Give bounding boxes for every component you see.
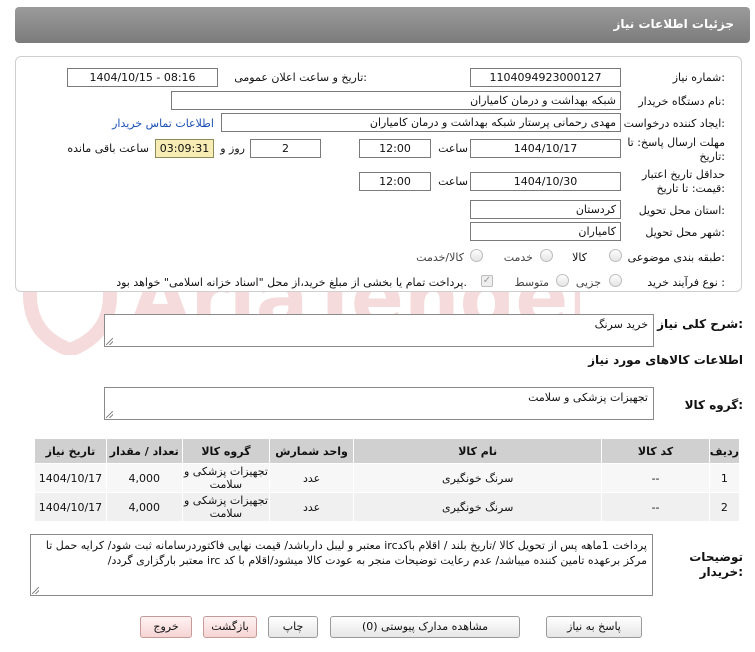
city-field: کامیاران xyxy=(470,222,621,241)
description-label: شرح کلی نیاز: xyxy=(657,317,743,331)
announce-datetime-label: تاریخ و ساعت اعلان عمومی: xyxy=(234,71,367,84)
reply-days-label: روز و xyxy=(220,142,245,155)
cell-name: سرنگ خونگیری xyxy=(352,492,603,522)
price-validity-label-1: حداقل تاریخ اعتبار xyxy=(641,168,725,181)
process-option-minor: جزیی xyxy=(575,276,601,289)
goods-group-text: تجهیزات پزشکی و سلامت xyxy=(528,391,648,404)
table-row: 1404/10/17 4,000 تجهیزات پزشکی و سلامت ع… xyxy=(34,463,741,493)
cell-need-date: 1404/10/17 xyxy=(34,492,107,522)
process-radio-minor[interactable] xyxy=(609,274,622,287)
need-number-field: 1104094923000127 xyxy=(470,68,621,87)
cell-qty: 4,000 xyxy=(105,492,183,522)
announce-datetime-field: 1404/10/15 - 08:16 xyxy=(67,68,218,87)
process-option-medium: متوسط xyxy=(514,276,549,289)
table-header-row: تاریخ نیاز تعداد / مقدار گروه کالا واحد … xyxy=(34,438,741,464)
province-label: استان محل تحویل: xyxy=(638,204,725,217)
buyer-contact-link[interactable]: اطلاعات تماس خریدار xyxy=(112,117,214,130)
buyer-notes-label-1: توضیحات xyxy=(689,550,743,564)
description-field: خرید سرنگ xyxy=(104,314,654,347)
reply-button[interactable]: پاسخ به نیاز xyxy=(546,616,642,638)
category-radio-goods-service[interactable] xyxy=(470,249,483,262)
buyer-org-label: نام دستگاه خریدار: xyxy=(638,95,725,108)
category-label: طبقه بندی موضوعی: xyxy=(627,251,725,264)
goods-group-label: گروه کالا: xyxy=(684,398,743,412)
category-radio-goods[interactable] xyxy=(609,249,622,262)
reply-deadline-time-field: 12:00 xyxy=(359,139,431,158)
page-header: جزئیات اطلاعات نیاز xyxy=(15,7,750,43)
price-validity-time-field: 12:00 xyxy=(359,172,431,191)
col-row: ردیف xyxy=(708,438,741,464)
cell-need-date: 1404/10/17 xyxy=(34,463,107,493)
process-radio-medium[interactable] xyxy=(556,274,569,287)
exit-button[interactable]: خروج xyxy=(140,616,192,638)
buyer-org-field: شبکه بهداشت و درمان کامیاران xyxy=(171,91,621,110)
cell-unit: عدد xyxy=(269,492,354,522)
page-title: جزئیات اطلاعات نیاز xyxy=(613,17,734,31)
col-qty: تعداد / مقدار xyxy=(105,438,183,464)
cell-qty: 4,000 xyxy=(105,463,183,493)
price-validity-label-2: قیمت: تا تاریخ: xyxy=(656,182,725,195)
category-option-service: خدمت xyxy=(503,251,533,264)
goods-group-field: تجهیزات پزشکی و سلامت xyxy=(104,387,654,420)
category-radio-service[interactable] xyxy=(540,249,553,262)
cell-row: 2 xyxy=(708,492,741,522)
resize-handle-icon[interactable] xyxy=(106,411,113,418)
buyer-notes-field: پرداخت 1ماهه پس از تحویل کالا /تاریخ بلن… xyxy=(30,534,653,596)
city-label: شهر محل تحویل: xyxy=(645,226,725,239)
remaining-time-label: ساعت باقی مانده xyxy=(67,142,149,155)
reply-deadline-label-1: مهلت ارسال پاسخ: تا xyxy=(627,136,725,149)
table-row: 1404/10/17 4,000 تجهیزات پزشکی و سلامت ع… xyxy=(34,492,741,522)
buyer-notes-text: پرداخت 1ماهه پس از تحویل کالا /تاریخ بلن… xyxy=(45,539,647,567)
items-table: تاریخ نیاز تعداد / مقدار گروه کالا واحد … xyxy=(34,438,741,522)
reply-deadline-date-field: 1404/10/17 xyxy=(470,139,621,158)
treasury-note: پرداخت تمام یا بخشی از مبلغ خرید،از محل … xyxy=(116,276,467,289)
price-validity-time-label: ساعت xyxy=(438,175,468,188)
cell-code: -- xyxy=(601,492,710,522)
col-group: گروه کالا xyxy=(181,438,271,464)
cell-name: سرنگ خونگیری xyxy=(352,463,603,493)
cell-row: 1 xyxy=(708,463,741,493)
reply-deadline-label-2: تاریخ: xyxy=(699,150,725,163)
cell-group: تجهیزات پزشکی و سلامت xyxy=(181,463,271,493)
creator-label: ایجاد کننده درخواست: xyxy=(623,117,725,130)
category-option-goods-service: کالا/خدمت xyxy=(416,251,464,264)
process-label: نوع فرآیند خرید : xyxy=(647,276,725,289)
cell-group: تجهیزات پزشکی و سلامت xyxy=(181,492,271,522)
remaining-time-field: 03:09:31 xyxy=(155,139,214,158)
col-code: کد کالا xyxy=(601,438,710,464)
description-text: خرید سرنگ xyxy=(594,318,648,331)
category-option-goods: کالا xyxy=(572,251,587,264)
cell-code: -- xyxy=(601,463,710,493)
need-number-label: شماره نیاز: xyxy=(672,71,725,84)
attachments-button[interactable]: مشاهده مدارک پیوستی (0) xyxy=(330,616,520,638)
reply-deadline-time-label: ساعت xyxy=(438,142,468,155)
resize-handle-icon[interactable] xyxy=(106,338,113,345)
back-button[interactable]: بازگشت xyxy=(203,616,257,638)
resize-handle-icon[interactable] xyxy=(32,587,39,594)
buyer-notes-label-2: خریدار: xyxy=(699,565,743,579)
col-unit: واحد شمارش xyxy=(269,438,354,464)
col-name: نام کالا xyxy=(352,438,603,464)
print-button[interactable]: چاپ xyxy=(268,616,318,638)
goods-info-title: اطلاعات کالاهای مورد نیاز xyxy=(588,353,743,367)
treasury-checkbox[interactable]: ✓ xyxy=(481,275,493,287)
reply-days-field: 2 xyxy=(250,139,321,158)
price-validity-date-field: 1404/10/30 xyxy=(470,172,621,191)
cell-unit: عدد xyxy=(269,463,354,493)
province-field: کردستان xyxy=(470,200,621,219)
creator-field: مهدی رحمانی پرستار شبکه بهداشت و درمان ک… xyxy=(221,113,621,132)
col-need-date: تاریخ نیاز xyxy=(34,438,107,464)
